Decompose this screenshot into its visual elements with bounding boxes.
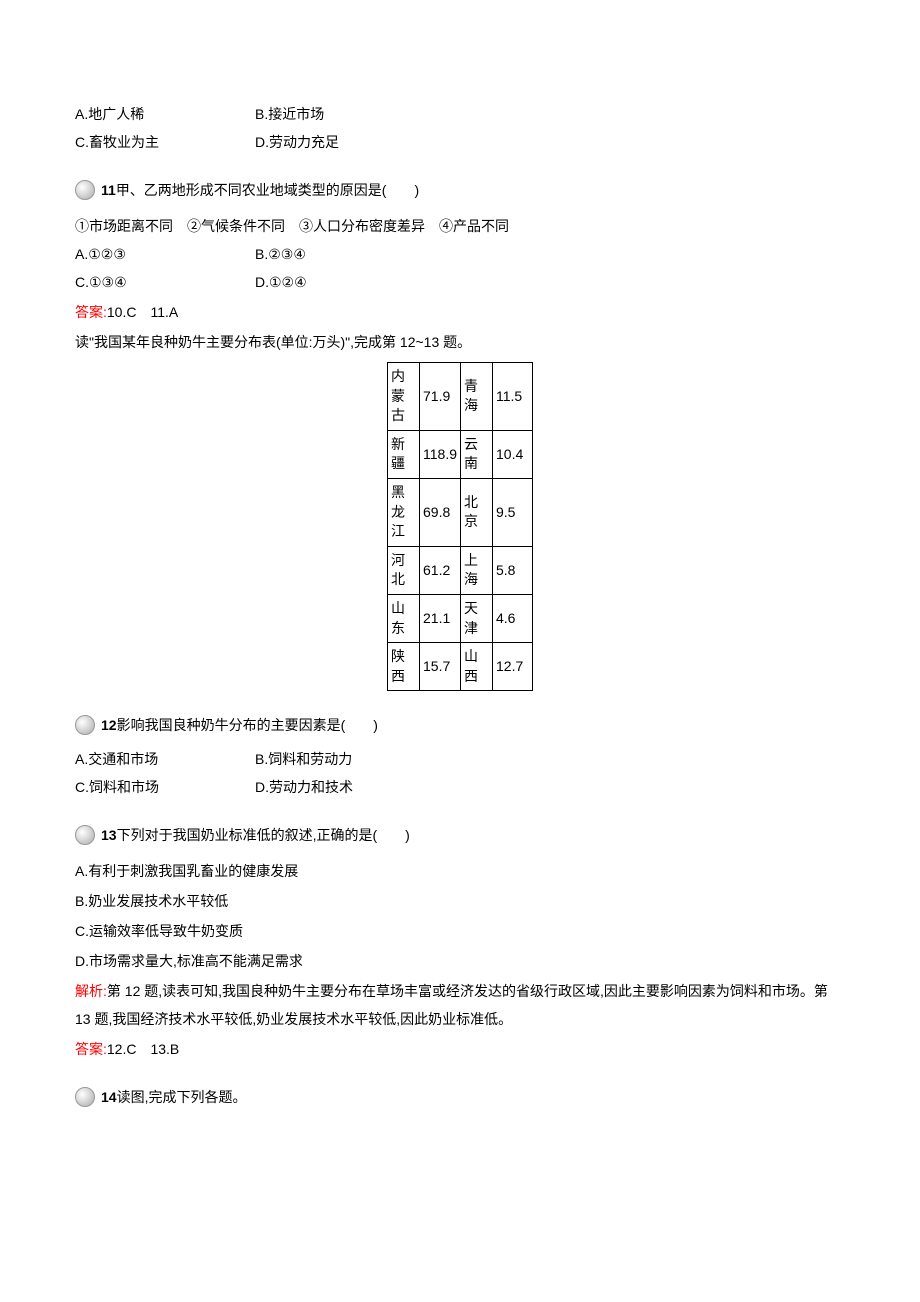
question-14: 14 读图,完成下列各题。 xyxy=(75,1083,845,1111)
cell-region: 河北 xyxy=(388,546,420,594)
cell-region: 内蒙古 xyxy=(388,363,420,431)
q12-text: 影响我国良种奶牛分布的主要因素是( ) xyxy=(117,711,378,739)
q12-d: D.劳动力和技术 xyxy=(255,773,353,801)
q12-row-ab: A.交通和市场 B.饲料和劳动力 xyxy=(75,745,845,773)
cell-region: 北京 xyxy=(461,478,493,546)
cell-region: 上海 xyxy=(461,546,493,594)
cell-value: 11.5 xyxy=(493,363,533,431)
q13-c: C.运输效率低导致牛奶变质 xyxy=(75,917,845,945)
table-row: 内蒙古 71.9 青海 11.5 xyxy=(388,363,533,431)
table-row: 山东 21.1 天津 4.6 xyxy=(388,594,533,642)
cell-value: 9.5 xyxy=(493,478,533,546)
cattle-table: 内蒙古 71.9 青海 11.5 新疆 118.9 云南 10.4 黑龙江 69… xyxy=(387,362,533,691)
bullet-icon xyxy=(75,180,95,200)
q12-b: B.饲料和劳动力 xyxy=(255,745,352,773)
cell-value: 71.9 xyxy=(420,363,461,431)
cell-value: 10.4 xyxy=(493,430,533,478)
cell-value: 5.8 xyxy=(493,546,533,594)
analysis-block: 解析:第 12 题,读表可知,我国良种奶牛主要分布在草场丰富或经济发达的省级行政… xyxy=(75,977,845,1033)
table-intro: 读"我国某年良种奶牛主要分布表(单位:万头)",完成第 12~13 题。 xyxy=(75,328,845,356)
q13-d: D.市场需求量大,标准高不能满足需求 xyxy=(75,947,845,975)
answer-10-11: 答案:10.C 11.A xyxy=(75,298,845,326)
question-12: 12 影响我国良种奶牛分布的主要因素是( ) xyxy=(75,711,845,739)
q14-text: 读图,完成下列各题。 xyxy=(117,1083,247,1111)
cell-value: 118.9 xyxy=(420,430,461,478)
q12-c: C.饲料和市场 xyxy=(75,773,255,801)
cell-value: 61.2 xyxy=(420,546,461,594)
cell-value: 12.7 xyxy=(493,643,533,691)
q12-row-cd: C.饲料和市场 D.劳动力和技术 xyxy=(75,773,845,801)
answer-12-13: 答案:12.C 13.B xyxy=(75,1035,845,1063)
cell-region: 新疆 xyxy=(388,430,420,478)
q11-c: C.①③④ xyxy=(75,268,255,296)
option-a: A.地广人稀 xyxy=(75,100,255,128)
question-11: 11 甲、乙两地形成不同农业地域类型的原因是( ) xyxy=(75,176,845,204)
bullet-icon xyxy=(75,1087,95,1107)
cell-region: 山西 xyxy=(461,643,493,691)
top-options-row-ab: A.地广人稀 B.接近市场 xyxy=(75,100,845,128)
q13-a: A.有利于刺激我国乳畜业的健康发展 xyxy=(75,857,845,885)
option-d: D.劳动力充足 xyxy=(255,128,339,156)
q11-choices-line: ①市场距离不同 ②气候条件不同 ③人口分布密度差异 ④产品不同 xyxy=(75,212,845,240)
cell-value: 21.1 xyxy=(420,594,461,642)
question-13: 13 下列对于我国奶业标准低的叙述,正确的是( ) xyxy=(75,821,845,849)
cell-value: 69.8 xyxy=(420,478,461,546)
q11-d: D.①②④ xyxy=(255,268,307,296)
top-options-row-cd: C.畜牧业为主 D.劳动力充足 xyxy=(75,128,845,156)
q11-row-cd: C.①③④ D.①②④ xyxy=(75,268,845,296)
cell-region: 天津 xyxy=(461,594,493,642)
q14-number: 14 xyxy=(101,1083,117,1111)
cell-region: 黑龙江 xyxy=(388,478,420,546)
bullet-icon xyxy=(75,715,95,735)
table-row: 河北 61.2 上海 5.8 xyxy=(388,546,533,594)
q13-b: B.奶业发展技术水平较低 xyxy=(75,887,845,915)
answer-text: 12.C 13.B xyxy=(107,1041,179,1057)
q11-number: 11 xyxy=(101,176,116,204)
cell-value: 15.7 xyxy=(420,643,461,691)
q11-a: A.①②③ xyxy=(75,240,255,268)
q12-a: A.交通和市场 xyxy=(75,745,255,773)
bullet-icon xyxy=(75,825,95,845)
cell-region: 云南 xyxy=(461,430,493,478)
option-b: B.接近市场 xyxy=(255,100,324,128)
answer-label: 答案: xyxy=(75,1041,107,1057)
table-row: 陕西 15.7 山西 12.7 xyxy=(388,643,533,691)
cell-region: 青海 xyxy=(461,363,493,431)
q11-b: B.②③④ xyxy=(255,240,306,268)
analysis-text: 第 12 题,读表可知,我国良种奶牛主要分布在草场丰富或经济发达的省级行政区域,… xyxy=(75,983,828,1027)
cell-value: 4.6 xyxy=(493,594,533,642)
table-row: 黑龙江 69.8 北京 9.5 xyxy=(388,478,533,546)
answer-text: 10.C 11.A xyxy=(107,304,178,320)
q13-text: 下列对于我国奶业标准低的叙述,正确的是( ) xyxy=(117,821,410,849)
q12-number: 12 xyxy=(101,711,117,739)
option-c: C.畜牧业为主 xyxy=(75,128,255,156)
analysis-label: 解析: xyxy=(75,983,107,999)
cell-region: 山东 xyxy=(388,594,420,642)
q13-number: 13 xyxy=(101,821,117,849)
q11-text: 甲、乙两地形成不同农业地域类型的原因是( ) xyxy=(116,176,419,204)
table-row: 新疆 118.9 云南 10.4 xyxy=(388,430,533,478)
answer-label: 答案: xyxy=(75,304,107,320)
q11-row-ab: A.①②③ B.②③④ xyxy=(75,240,845,268)
cell-region: 陕西 xyxy=(388,643,420,691)
